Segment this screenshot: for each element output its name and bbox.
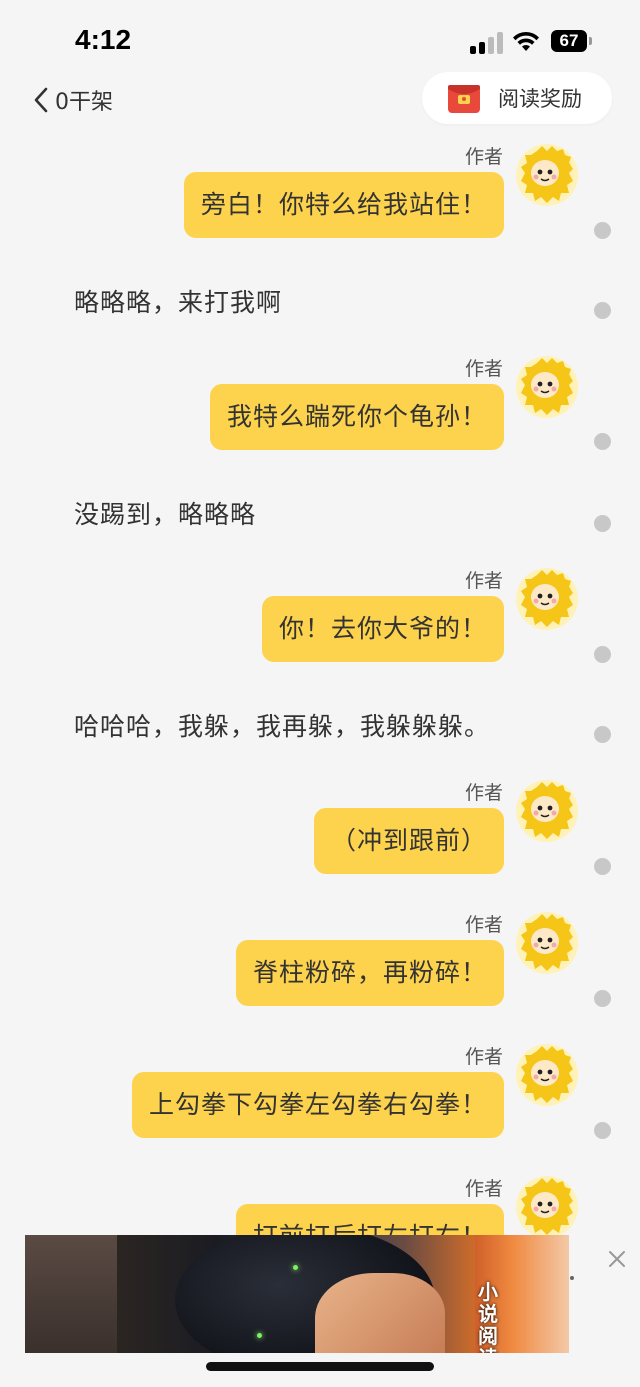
reading-reward-button[interactable]: 阅读奖励 [422, 72, 612, 124]
author-message-bubble[interactable]: 脊柱粉碎，再粉碎！ [235, 940, 504, 1006]
ad-indicator-dot [570, 1276, 574, 1280]
author-avatar-icon[interactable] [515, 1043, 579, 1107]
comment-dot[interactable] [594, 990, 611, 1007]
wifi-icon [513, 31, 539, 51]
close-icon[interactable] [606, 1248, 628, 1270]
comment-dot[interactable] [594, 302, 611, 319]
back-button[interactable]: 0干架 [33, 84, 113, 116]
comment-dot[interactable] [594, 1122, 611, 1139]
comment-dot[interactable] [594, 726, 611, 743]
ad-eye [257, 1333, 262, 1338]
author-message-bubble[interactable]: 我特么踹死你个龟孙！ [209, 384, 504, 450]
reward-label: 阅读奖励 [498, 87, 582, 111]
back-label: 0干架 [55, 90, 113, 115]
ad-banner[interactable]: 小说阅读 [25, 1235, 569, 1353]
author-label: 作者 [464, 358, 503, 380]
comment-dot[interactable] [594, 646, 611, 663]
author-label: 作者 [464, 1046, 503, 1068]
ad-eye [293, 1265, 298, 1270]
author-label: 作者 [464, 914, 503, 936]
status-time: 4:12 [75, 24, 132, 55]
battery-tip [589, 37, 592, 45]
comment-dot[interactable] [594, 858, 611, 875]
comment-dot[interactable] [594, 515, 611, 532]
home-indicator[interactable] [206, 1362, 434, 1371]
author-label: 作者 [464, 146, 503, 168]
author-avatar-icon[interactable] [515, 779, 579, 843]
author-avatar-icon[interactable] [515, 911, 579, 975]
author-message-bubble[interactable]: 上勾拳下勾拳左勾拳右勾拳！ [131, 1072, 504, 1138]
chevron-left-icon [34, 87, 48, 113]
author-message-bubble[interactable]: 旁白！你特么给我站住！ [183, 172, 504, 238]
comment-dot[interactable] [594, 222, 611, 239]
author-message-bubble[interactable]: 你！去你大爷的！ [261, 596, 504, 662]
cellular-signal-icon [470, 32, 503, 54]
battery-indicator: 67 [551, 30, 587, 52]
author-message-bubble[interactable]: （冲到跟前） [313, 808, 504, 874]
narration-text[interactable]: 没踢到，略略略 [74, 495, 256, 531]
red-envelope-icon [448, 85, 480, 113]
author-label: 作者 [464, 782, 503, 804]
author-label: 作者 [464, 1178, 503, 1200]
author-message-bubble[interactable]: 打前打后打左打右！ [235, 1204, 504, 1235]
ad-title: 小说阅读 [478, 1280, 498, 1353]
author-avatar-icon[interactable] [515, 143, 579, 207]
author-avatar-icon[interactable] [515, 567, 579, 631]
narration-text[interactable]: 略略略，来打我啊 [74, 283, 282, 319]
author-avatar-icon[interactable] [515, 355, 579, 419]
comment-dot[interactable] [594, 433, 611, 450]
narration-text[interactable]: 哈哈哈，我躲，我再躲，我躲躲躲。 [74, 707, 490, 743]
author-avatar-icon[interactable] [515, 1175, 579, 1239]
author-label: 作者 [464, 570, 503, 592]
ad-character-face [315, 1273, 445, 1353]
ad-image-left [25, 1235, 117, 1353]
